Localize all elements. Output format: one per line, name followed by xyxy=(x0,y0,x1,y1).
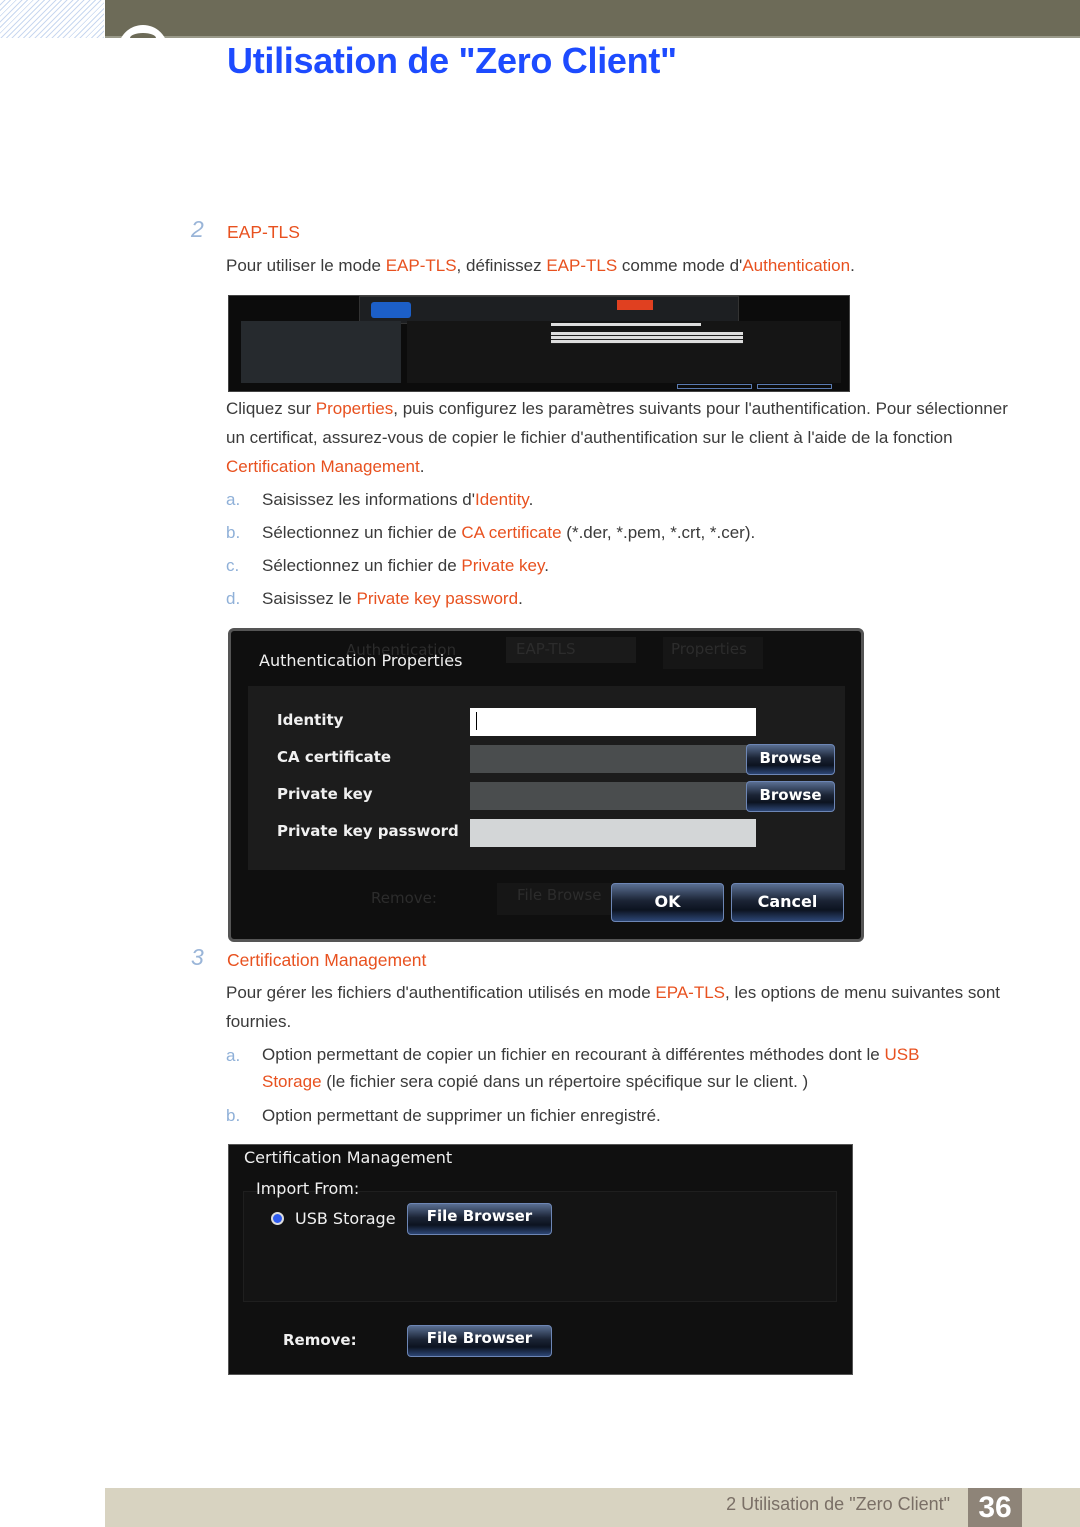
list-item: a. Option permettant de copier un fichier… xyxy=(226,1045,920,1091)
dialog-form: Identity CA certificate Browse Private k… xyxy=(248,686,845,870)
bg-mode-select: EAP-TLS xyxy=(506,637,636,663)
usb-storage-radio[interactable] xyxy=(271,1212,284,1225)
section-heading: EAP-TLS xyxy=(227,222,300,242)
import-file-browser-button[interactable]: File Browser xyxy=(407,1203,552,1235)
private-key-password-label: Private key password xyxy=(277,822,459,840)
private-key-label: Private key xyxy=(277,785,373,803)
ca-certificate-field[interactable] xyxy=(470,745,756,773)
remove-label: Remove: xyxy=(283,1331,357,1349)
page-title: Utilisation de "Zero Client" xyxy=(227,40,677,81)
cert-management-paragraph: Pour gérer les fichiers d'authentificati… xyxy=(226,983,1001,1031)
page-number: 36 xyxy=(968,1488,1022,1527)
ca-certificate-browse-button[interactable]: Browse xyxy=(746,744,835,775)
certification-management-screenshot: Certification Management Import From: US… xyxy=(228,1144,853,1375)
ca-certificate-label: CA certificate xyxy=(277,748,392,766)
dialog-title: Authentication Properties xyxy=(259,651,463,670)
usb-storage-label: USB Storage xyxy=(295,1209,396,1228)
section-heading: Certification Management xyxy=(227,950,427,970)
identity-label: Identity xyxy=(277,711,344,729)
remove-file-browser-button[interactable]: File Browser xyxy=(407,1325,552,1357)
private-key-browse-button[interactable]: Browse xyxy=(746,781,835,812)
private-key-password-input[interactable] xyxy=(470,819,756,847)
header-pattern xyxy=(0,0,104,38)
bg-remove-label: Remove: xyxy=(371,889,437,907)
bg-file-browser: File Browse xyxy=(497,883,617,915)
private-key-field[interactable] xyxy=(470,782,756,810)
authentication-properties-dialog: Authentication EAP-TLS Properties Remove… xyxy=(228,628,864,942)
section-number: 2 xyxy=(191,216,204,242)
cert-mgmt-title: Certification Management xyxy=(244,1148,453,1167)
identity-input[interactable] xyxy=(470,708,756,736)
section-number: 3 xyxy=(191,944,204,970)
footer-chapter: 2 Utilisation de "Zero Client" xyxy=(726,1494,950,1514)
header-bar xyxy=(105,0,1080,38)
chapter-tab xyxy=(118,25,168,75)
import-from-label: Import From: xyxy=(256,1179,360,1198)
ok-button[interactable]: OK xyxy=(611,883,724,922)
bg-properties-button: Properties xyxy=(663,637,763,669)
network-settings-screenshot xyxy=(228,295,850,392)
properties-paragraph: Cliquez sur Properties, puis configurez … xyxy=(226,399,1008,476)
section-intro: Pour utiliser le mode EAP-TLS, définisse… xyxy=(226,256,855,275)
cancel-button[interactable]: Cancel xyxy=(731,883,844,922)
